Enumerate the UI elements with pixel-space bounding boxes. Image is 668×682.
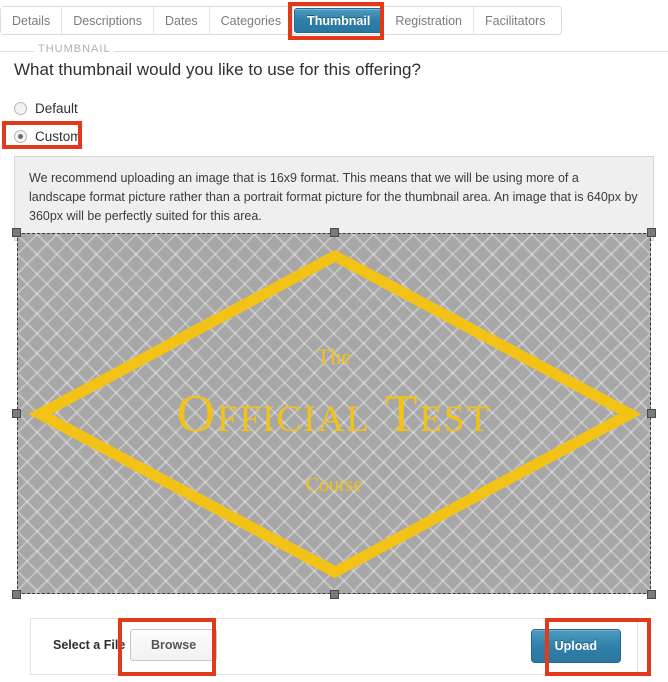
radio-default-icon[interactable] <box>14 101 27 115</box>
resize-handle-nw[interactable] <box>12 228 21 237</box>
resize-handle-se[interactable] <box>647 590 656 599</box>
tab-label: Registration <box>395 13 463 28</box>
tab-label: Facilitators <box>485 13 546 28</box>
page-title: What thumbnail would you like to use for… <box>14 60 421 79</box>
select-file-label: Select a File <box>53 638 126 652</box>
radio-default-label: Default <box>35 100 78 116</box>
tab-thumbnail[interactable]: Thumbnail <box>294 8 384 33</box>
radio-custom-icon[interactable] <box>14 129 27 143</box>
tab-details[interactable]: Details <box>1 7 63 34</box>
resize-handle-n[interactable] <box>330 228 339 237</box>
radio-option-default[interactable]: Default <box>14 96 82 120</box>
tab-list: Details Descriptions Dates Categories Th… <box>0 6 562 35</box>
browse-button[interactable]: Browse <box>130 629 218 661</box>
tab-registration[interactable]: Registration <box>384 7 475 34</box>
tab-label: Details <box>12 13 51 28</box>
thumbnail-source-radio-group: Default Custom <box>14 96 82 152</box>
tab-categories[interactable]: Categories <box>209 7 294 34</box>
tab-label: Categories <box>220 13 282 28</box>
file-upload-bar: Select a File Browse Upload <box>30 618 638 675</box>
resize-handle-ne[interactable] <box>647 228 656 237</box>
resize-handle-w[interactable] <box>12 409 21 418</box>
preview-text-line1: The <box>316 344 352 369</box>
resize-handle-e[interactable] <box>647 409 656 418</box>
preview-text-line3: Course <box>305 474 363 496</box>
tab-descriptions[interactable]: Descriptions <box>62 7 154 34</box>
upload-button[interactable]: Upload <box>530 629 621 663</box>
fieldset-legend: THUMBNAIL <box>0 43 668 58</box>
resize-handle-sw[interactable] <box>12 590 21 599</box>
tab-dates[interactable]: Dates <box>154 7 210 34</box>
preview-text-line2: Official Test <box>176 385 492 443</box>
resize-handle-s[interactable] <box>330 590 339 599</box>
tab-facilitators[interactable]: Facilitators <box>474 7 557 34</box>
tab-label: Dates <box>165 13 198 28</box>
legend-label: THUMBNAIL <box>38 43 111 55</box>
tab-bar: Details Descriptions Dates Categories Th… <box>0 6 668 36</box>
legend-rule-right <box>114 51 668 52</box>
tab-label: Thumbnail <box>307 13 371 28</box>
thumbnail-preview-region[interactable]: The Official Test Course <box>12 228 656 599</box>
thumbnail-panel: THUMBNAIL What thumbnail would you like … <box>0 43 668 241</box>
thumbnail-preview-image[interactable]: The Official Test Course <box>17 233 651 594</box>
radio-option-custom[interactable]: Custom <box>14 124 82 148</box>
radio-custom-label: Custom <box>35 128 82 144</box>
tab-label: Descriptions <box>73 13 142 28</box>
legend-rule-left <box>0 51 34 52</box>
